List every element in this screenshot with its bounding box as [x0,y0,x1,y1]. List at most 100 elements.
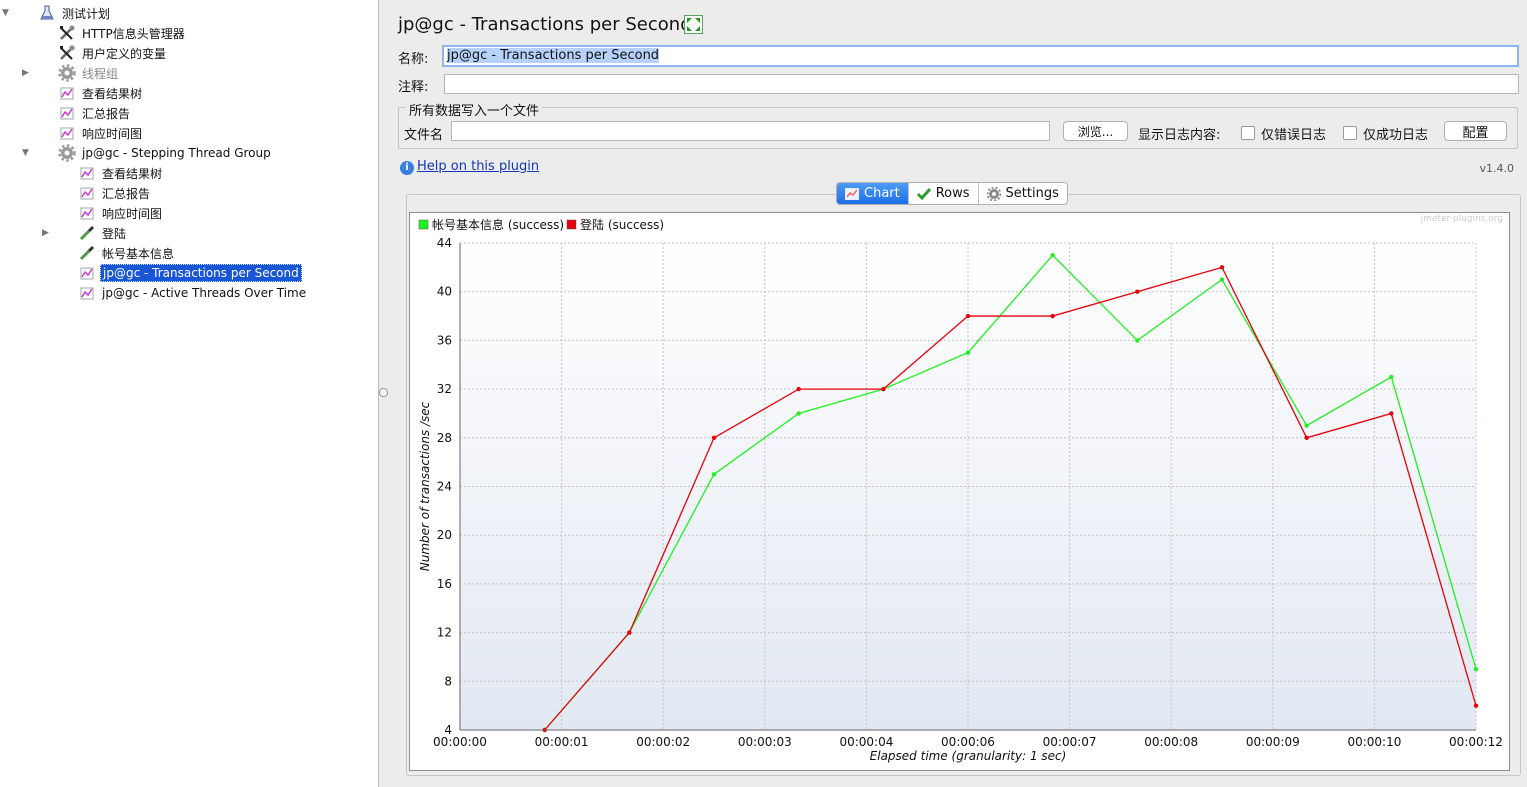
x-tick-label: 00:00:03 [738,735,792,749]
y-tick-label: 28 [437,431,452,445]
tree-item[interactable]: 测试计划 [38,4,112,22]
data-point [627,630,632,635]
browse-button[interactable]: 浏览... [1063,121,1128,141]
expand-toggle-down-icon[interactable]: ▼ [22,148,32,158]
tree-item-label: 汇总报告 [82,106,131,121]
data-point [1473,703,1479,708]
tree-item[interactable]: jp@gc - Transactions per Second [78,264,302,282]
tree-item[interactable]: 帐号基本信息 [78,244,176,262]
tree-item-label: 响应时间图 [82,126,143,141]
chart-icon [80,167,94,180]
flask-icon [40,5,54,20]
expand-toggle-down-icon[interactable]: ▼ [2,8,12,18]
chart-icon [60,87,74,100]
chart-watermark: jmeter-plugins.org [1420,214,1503,224]
filename-label: 文件名 [404,128,444,143]
data-point [1135,338,1140,343]
x-tick-label: 00:00:00 [433,735,487,749]
tree-item[interactable]: 响应时间图 [58,124,144,142]
expand-toggle-right-icon[interactable]: ▶ [22,68,32,78]
file-output-group-title: 所有数据写入一个文件 [406,100,543,119]
tree-item-label: jp@gc - Transactions per Second [100,264,302,282]
tab-rows-label: Rows [935,186,970,201]
configure-button[interactable]: 配置 [1444,121,1507,141]
y-tick-label: 24 [437,480,452,494]
y-tick-label: 12 [437,626,452,640]
tree-item-label: 汇总报告 [102,186,151,201]
name-field-value: jp@gc - Transactions per Second [447,48,660,63]
tab-chart-label: Chart [864,186,900,201]
tree-item-label: 帐号基本信息 [102,246,175,261]
data-point [796,386,801,392]
y-tick-label: 36 [437,333,452,347]
tree-item-label: 测试计划 [62,6,111,21]
x-tick-label: 00:00:10 [1347,735,1401,749]
view-tabs: Chart Rows Settings [836,182,1068,205]
legend-swatch [418,219,429,230]
legend-label: 帐号基本信息 (success) [432,217,564,232]
x-tick-label: 00:00:07 [1043,735,1097,749]
tree-item[interactable]: jp@gc - Active Threads Over Time [78,284,308,302]
tree-item[interactable]: jp@gc - Stepping Thread Group [58,144,273,162]
comment-field[interactable] [444,74,1519,94]
data-point [1389,374,1394,380]
data-point [881,386,886,392]
tools-icon [60,25,75,40]
chart-panel: jmeter-plugins.org 4 8 12 16 20 24 28 32 36 40 44 0… [409,212,1510,771]
tps-chart: jmeter-plugins.org 481216202428323640440… [418,214,1503,763]
x-tick-label: 00:00:08 [1144,735,1198,749]
tree-item[interactable]: 查看结果树 [58,84,144,102]
log-display-label: 显示日志内容: [1138,128,1221,143]
data-point [1050,313,1055,319]
tree-item-label: HTTP信息头管理器 [82,26,185,41]
filename-field[interactable] [451,121,1050,141]
expand-icon[interactable] [684,15,703,34]
tools-icon [60,45,75,60]
chart-icon [60,127,74,140]
errors-only-checkbox[interactable] [1241,126,1255,140]
tree-item[interactable]: 响应时间图 [78,204,164,222]
data-point [711,472,717,477]
legend-swatch [566,219,577,230]
test-plan-tree[interactable]: ▼ 测试计划 HTTP信息头管理器 用户定义的变量 ▶ 线程组 查看结果树 汇总报告 响应时间图… [0,0,379,787]
data-point [1389,411,1394,416]
success-only-checkbox[interactable] [1343,126,1357,140]
data-point [796,411,801,416]
tree-item[interactable]: 汇总报告 [58,104,132,122]
split-pane-divider[interactable] [379,388,388,397]
tree-item[interactable]: 查看结果树 [78,164,164,182]
name-field[interactable]: jp@gc - Transactions per Second [442,45,1519,67]
tree-item[interactable]: 汇总报告 [78,184,152,202]
page-title: jp@gc - Transactions per Second [398,14,692,35]
checkmark-icon [916,187,931,200]
y-axis-title: Number of transactions /sec [418,401,432,571]
success-only-label: 仅成功日志 [1363,128,1429,143]
data-point [1473,666,1479,672]
tree-item[interactable]: 线程组 [58,64,120,82]
help-link[interactable]: Help on this plugin [417,159,539,174]
chart-icon [80,267,94,280]
tree-item-label: jp@gc - Active Threads Over Time [102,286,307,300]
tree-item-label: 查看结果树 [82,86,143,101]
tree-item[interactable]: 用户定义的变量 [58,44,168,62]
tab-chart[interactable]: Chart [837,183,909,204]
gear-icon [58,144,76,162]
y-tick-label: 8 [444,674,452,688]
tab-rows[interactable]: Rows [909,183,979,204]
legend-label: 登陆 (success) [580,217,664,232]
data-point [965,313,971,319]
data-point [1135,289,1140,294]
gear-icon [58,64,76,82]
y-tick-label: 20 [437,528,452,542]
tree-item[interactable]: 登陆 [78,224,128,242]
tree-item[interactable]: HTTP信息头管理器 [58,24,187,42]
y-tick-label: 16 [437,577,452,591]
tree-item-label: 查看结果树 [102,166,163,181]
tree-item-label: 用户定义的变量 [82,46,167,61]
tab-settings[interactable]: Settings [979,183,1067,204]
y-tick-label: 44 [437,236,452,250]
chart-icon [80,187,94,200]
name-label: 名称: [398,52,429,67]
pipette-icon [79,225,95,241]
expand-toggle-right-icon[interactable]: ▶ [42,228,52,238]
